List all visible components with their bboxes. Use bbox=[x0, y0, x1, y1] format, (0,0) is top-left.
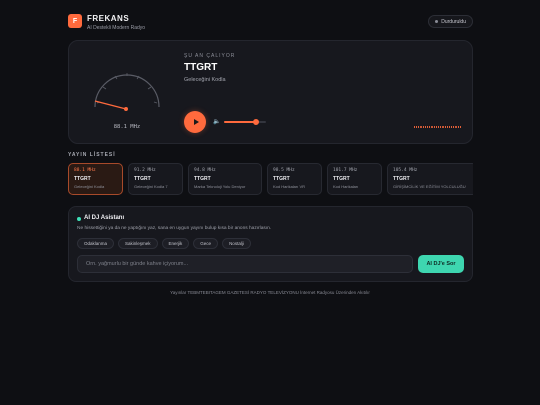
level-dot bbox=[437, 126, 440, 128]
current-station-name: TTGRT bbox=[184, 62, 218, 73]
level-dot bbox=[435, 126, 437, 128]
level-dot bbox=[427, 126, 429, 128]
ai-dj-title: AI DJ Asistanı bbox=[84, 215, 125, 221]
station-card[interactable]: 88.1 MHz TTGRT Geleceğini Kodla bbox=[68, 163, 123, 195]
level-dot bbox=[420, 126, 422, 128]
mood-input[interactable] bbox=[77, 255, 413, 273]
footer-text: Yayınlar TEBMTEBITAGEM GAZETESİ RADYO TE… bbox=[170, 290, 370, 295]
level-dot bbox=[418, 126, 420, 128]
ask-ai-dj-button[interactable]: AI DJ'e Sor bbox=[418, 255, 464, 273]
mood-chip[interactable]: Enerjik bbox=[161, 238, 190, 249]
station-description: Kod Harikaları bbox=[333, 184, 359, 189]
volume-knob[interactable] bbox=[252, 119, 259, 125]
signal-level-meter bbox=[413, 126, 461, 128]
ai-status-dot-icon bbox=[77, 217, 81, 221]
station-card[interactable]: 101.7 MHz TTGRT Kod Harikaları bbox=[327, 163, 382, 195]
level-dot bbox=[455, 126, 457, 128]
station-card[interactable]: 98.5 MHz TTGRT Kod Harikaları VR bbox=[267, 163, 322, 195]
brand-subtitle: AI Destekli Modern Radyo bbox=[87, 25, 146, 31]
station-description: GİRİŞİMCİLİK VE EĞİTİM YOLCULUĞU bbox=[393, 184, 466, 189]
level-dot bbox=[459, 126, 461, 128]
level-dot bbox=[451, 126, 453, 128]
station-name: TTGRT bbox=[134, 176, 151, 182]
station-description: Geleceğini Kodla 7 bbox=[134, 184, 168, 189]
level-dot bbox=[416, 126, 418, 128]
level-dot bbox=[453, 126, 455, 128]
volume-fill bbox=[224, 121, 256, 123]
station-frequency: 98.5 MHz bbox=[273, 168, 295, 173]
station-frequency: 101.7 MHz bbox=[333, 168, 358, 173]
status-dot-icon bbox=[435, 20, 439, 23]
now-playing-panel: 88.1 MHz ŞU AN ÇALIYOR TTGRT Geleceğini … bbox=[68, 40, 473, 144]
station-name: TTGRT bbox=[194, 176, 211, 182]
station-name: TTGRT bbox=[393, 176, 410, 182]
app-header: F FREKANS AI Destekli Modern Radyo Durdu… bbox=[68, 14, 473, 36]
level-dot bbox=[444, 126, 446, 128]
station-frequency: 91.2 MHz bbox=[134, 168, 156, 173]
now-playing-label: ŞU AN ÇALIYOR bbox=[184, 53, 236, 59]
mood-chip[interactable]: Nostalji bbox=[222, 238, 251, 249]
tuner-dial-icon bbox=[94, 73, 160, 111]
status-button[interactable]: Durduruldu bbox=[428, 15, 473, 28]
station-frequency: 105.4 MHz bbox=[393, 168, 418, 173]
level-dot bbox=[413, 126, 416, 128]
station-description: Kod Harikaları VR bbox=[273, 184, 306, 189]
station-frequency: 94.8 MHz bbox=[194, 168, 216, 173]
mood-chips: Odaklanma Sakinleşmek Enerjik Gece Nostalji bbox=[77, 238, 251, 249]
current-station-slogan: Geleceğini Kodla bbox=[184, 77, 226, 83]
level-dot bbox=[431, 126, 433, 128]
station-card[interactable]: 91.2 MHz TTGRT Geleceğini Kodla 7 bbox=[128, 163, 183, 195]
mood-chip[interactable]: Gece bbox=[193, 238, 219, 249]
station-description: Marka Teknoloji Yolu Deniyor bbox=[194, 184, 246, 189]
level-dot bbox=[442, 126, 444, 128]
status-label: Durduruldu bbox=[441, 18, 466, 25]
station-name: TTGRT bbox=[333, 176, 350, 182]
level-dot bbox=[446, 126, 448, 128]
mood-chip[interactable]: Odaklanma bbox=[77, 238, 115, 249]
station-name: TTGRT bbox=[273, 176, 290, 182]
frequency-readout: 88.1 MHz bbox=[113, 124, 141, 130]
station-card[interactable]: 94.8 MHz TTGRT Marka Teknoloji Yolu Deniyo… bbox=[188, 163, 262, 195]
level-dot bbox=[448, 126, 451, 128]
level-dot bbox=[424, 126, 426, 128]
level-dot bbox=[422, 126, 424, 128]
brand-name: FREKANS bbox=[87, 14, 130, 23]
volume-icon: 🔈 bbox=[213, 119, 221, 125]
level-dot bbox=[429, 126, 431, 128]
station-name: TTGRT bbox=[74, 176, 91, 182]
ai-dj-panel: AI DJ Asistanı Ne hissettiğini ya da ne … bbox=[68, 206, 473, 282]
play-icon bbox=[193, 119, 199, 125]
mood-chip[interactable]: Sakinleşmek bbox=[118, 238, 158, 249]
station-description: Geleceğini Kodla bbox=[74, 184, 105, 189]
station-list-title: YAYIN LİSTESİ bbox=[68, 152, 116, 158]
level-dot bbox=[457, 126, 459, 128]
volume-slider[interactable] bbox=[224, 119, 266, 125]
station-card[interactable]: 105.4 MHz TTGRT GİRİŞİMCİLİK VE EĞİTİM YOL… bbox=[387, 163, 473, 195]
station-frequency: 88.1 MHz bbox=[74, 168, 96, 173]
level-dot bbox=[440, 126, 442, 128]
logo-icon: F bbox=[68, 14, 82, 28]
level-dot bbox=[433, 126, 435, 128]
station-list: 88.1 MHz TTGRT Geleceğini Kodla 91.2 MHz TTG… bbox=[68, 163, 473, 195]
ai-dj-description: Ne hissettiğini ya da ne yaptığını yaz, … bbox=[77, 226, 272, 231]
play-button[interactable] bbox=[184, 111, 206, 133]
